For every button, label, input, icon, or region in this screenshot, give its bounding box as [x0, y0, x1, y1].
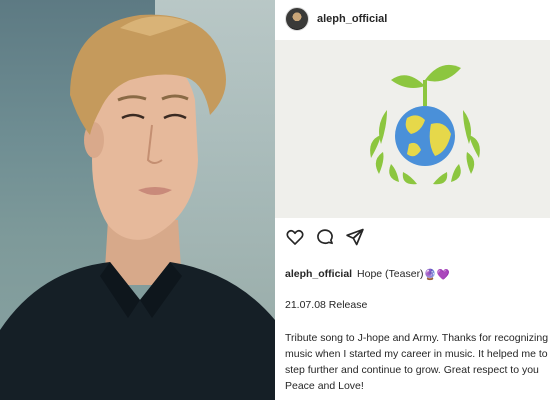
body-line: Peace and Love!	[285, 380, 364, 392]
globe-logo	[370, 64, 480, 185]
body-line: Tribute song to J-hope and Army. Thanks …	[285, 332, 549, 344]
post-image[interactable]	[275, 40, 550, 218]
caption-title: Hope (Teaser)	[357, 268, 424, 280]
comment-icon[interactable]	[315, 227, 335, 247]
heart-icon[interactable]	[285, 227, 305, 247]
caption-username[interactable]: aleph_official	[285, 268, 352, 280]
release-date: 21.07.08 Release	[285, 299, 368, 311]
avatar[interactable]	[285, 7, 309, 31]
instagram-post: aleph_official aleph_official Hope (Teas…	[275, 0, 550, 400]
screenshot-root: aleph_official aleph_official Hope (Teas…	[0, 0, 550, 400]
portrait-illustration	[0, 14, 275, 400]
header-username[interactable]: aleph_official	[317, 13, 387, 25]
body-line: music when I started my career in music.…	[285, 348, 548, 360]
caption: aleph_official Hope (Teaser)🔮💜	[285, 268, 450, 281]
crystal-ball-heart-emoji: 🔮💜	[423, 269, 450, 281]
body-line: step further and continue to grow. Great…	[285, 364, 539, 376]
portrait-photo	[0, 0, 275, 400]
send-icon[interactable]	[345, 227, 365, 247]
post-body: Tribute song to J-hope and Army. Thanks …	[285, 330, 550, 394]
post-actions	[285, 226, 365, 248]
post-header: aleph_official	[275, 0, 550, 38]
